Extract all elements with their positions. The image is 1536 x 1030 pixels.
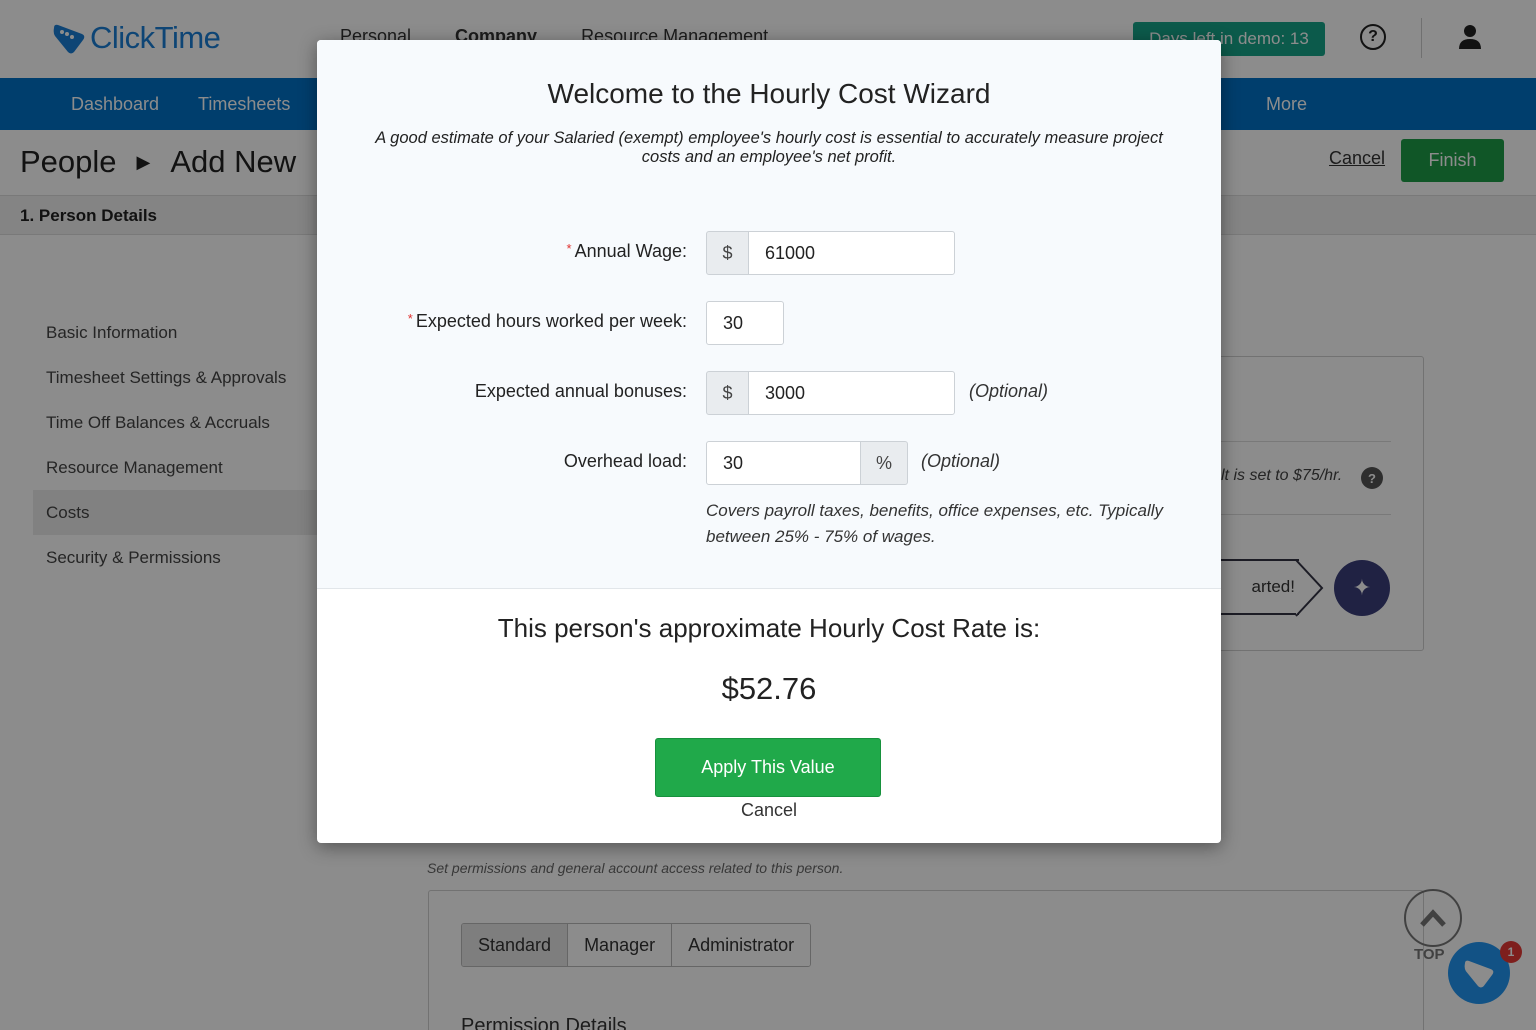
overhead-help-text: Covers payroll taxes, benefits, office e… [706, 501, 1163, 546]
apply-value-button[interactable]: Apply This Value [655, 738, 881, 797]
hourly-cost-wizard-modal: Welcome to the Hourly Cost Wizard A good… [317, 40, 1221, 843]
hours-per-week-input[interactable]: 30 [706, 301, 784, 345]
modal-title: Welcome to the Hourly Cost Wizard [547, 78, 991, 109]
annual-bonuses-optional-note: (Optional) [969, 381, 1049, 401]
annual-bonuses-prefix: $ [706, 371, 749, 415]
overhead-load-optional-note: (Optional) [921, 451, 1001, 471]
hours-per-week-label: * Expected hours worked per week: [407, 311, 687, 331]
overhead-load-suffix: % [860, 441, 908, 485]
annual-wage-input[interactable]: 61000 [748, 231, 955, 275]
required-marker: * [566, 241, 572, 256]
modal-cancel-link[interactable]: Cancel [317, 800, 1221, 821]
annual-bonuses-label: Expected annual bonuses: [474, 381, 687, 401]
annual-wage-label: * Annual Wage: [566, 241, 687, 261]
result-label: This person's approximate Hourly Cost Ra… [497, 613, 1041, 643]
modal-subtitle: A good estimate of your Salaried (exempt… [375, 129, 1163, 166]
wizard-form-section: Welcome to the Hourly Cost Wizard A good… [317, 40, 1221, 589]
annual-wage-prefix: $ [706, 231, 749, 275]
overhead-load-label: Overhead load: [563, 451, 687, 471]
required-marker: * [407, 311, 413, 326]
hourly-cost-result: $52.76 [721, 671, 817, 706]
annual-bonuses-input[interactable]: 3000 [748, 371, 955, 415]
overhead-load-input[interactable]: 30 [706, 441, 861, 485]
